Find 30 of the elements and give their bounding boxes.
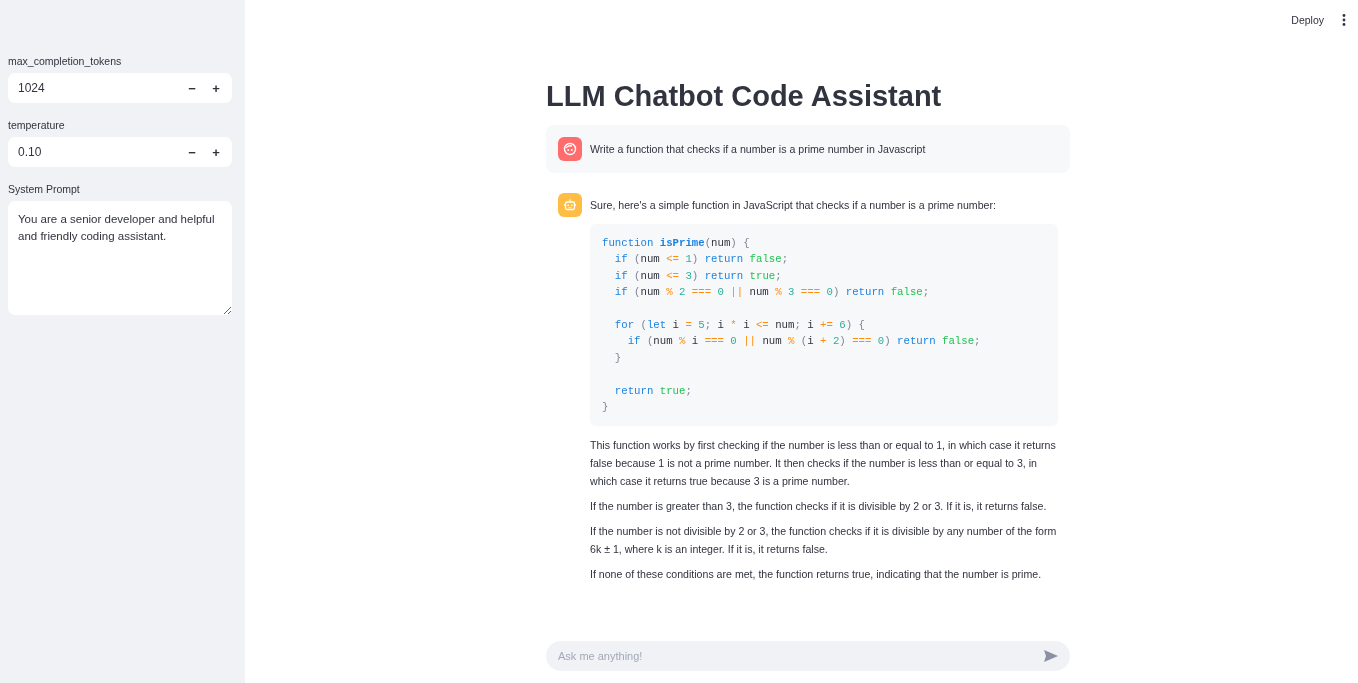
- message-text: If none of these conditions are met, the function returns true, indicating that the number is prime.: [590, 567, 1043, 583]
- user-avatar-icon: [558, 137, 582, 161]
- page-title: LLM Chatbot Code Assistant: [546, 80, 942, 113]
- field-label: System Prompt: [8, 183, 80, 195]
- field-label: max_completion_tokens: [8, 55, 122, 67]
- decrement-button[interactable]: −: [180, 76, 204, 100]
- decrement-button[interactable]: −: [180, 140, 204, 164]
- robot-avatar-icon: [558, 193, 582, 217]
- field-label: temperature: [8, 119, 65, 131]
- more-menu-icon[interactable]: [1342, 14, 1346, 26]
- system-prompt-field[interactable]: You are a senior developer and helpful and friendly coding assistant.: [8, 201, 232, 315]
- chat-input[interactable]: Ask me anything!: [546, 641, 1070, 671]
- message-text: If the number is greater than 3, the function checks if it is divisible by 2 or 3. If it is, it returns false.: [590, 499, 1048, 515]
- code-line: for (let i = 5; i * i <= num; i += 6) {: [613, 318, 866, 333]
- code-line: if (num % 2 === 0 || num % 3 === 0) return false;: [613, 285, 930, 301]
- increment-button[interactable]: +: [204, 140, 228, 164]
- message-text: If the number is not divisible by 2 or 3, the function checks if it is divisible by any number of the form 6k ± 1, where k is an integer. If it is, it returns false.: [590, 524, 1058, 558]
- code-line: function isPrime(num) {: [602, 236, 750, 251]
- message-text: Write a function that checks if a number is a prime number in Javascript: [590, 142, 927, 157]
- deploy-button[interactable]: Deploy: [1287, 12, 1328, 28]
- send-button[interactable]: [1042, 647, 1060, 665]
- code-line: }: [613, 350, 622, 366]
- code-line: if (num <= 3) return true;: [613, 268, 782, 284]
- message-text: This function works by first checking if the number is less than or equal to 1, in which case it returns false because 1 is not a prime number. It then checks if the number is less than or equal to 3, in which case it returns true because 3 is a prime number.: [590, 438, 1057, 490]
- message-text: Sure, here's a simple function in JavaScript that checks if a number is a prime number:: [590, 198, 997, 213]
- code-line: if (num % i === 0 || num % (i + 2) === 0) return false;: [626, 334, 981, 350]
- code-line: if (num <= 1) return false;: [613, 252, 789, 268]
- increment-button[interactable]: +: [204, 76, 228, 100]
- code-line: return true;: [613, 383, 692, 399]
- code-line: }: [602, 400, 609, 416]
